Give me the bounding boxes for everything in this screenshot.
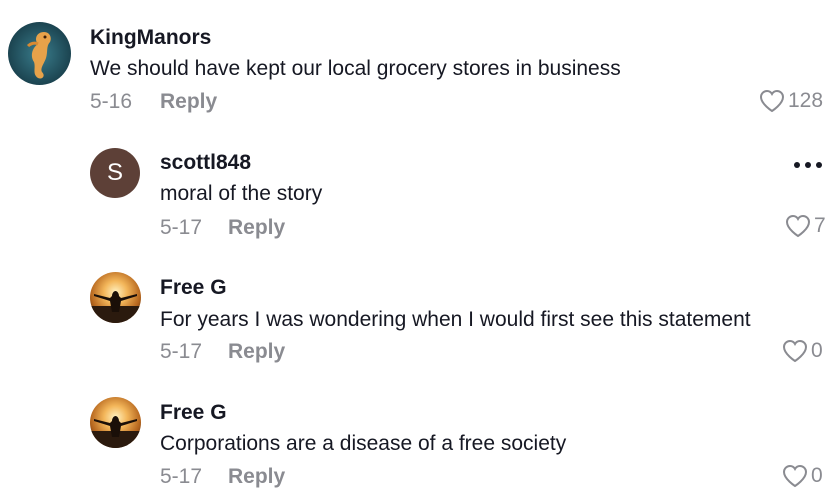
comment-item: S scottl848 moral of the story 5-17 Repl… <box>0 125 828 250</box>
like-button[interactable]: 0 <box>782 339 823 363</box>
reply-button[interactable]: Reply <box>228 340 285 364</box>
avatar[interactable] <box>90 397 141 448</box>
like-button[interactable]: 7 <box>785 214 826 238</box>
like-button[interactable]: 0 <box>782 464 823 488</box>
comment-item: Free G Corporations are a disease of a f… <box>0 375 828 502</box>
like-count: 0 <box>811 464 823 487</box>
like-count: 7 <box>814 214 826 237</box>
comment-username[interactable]: Free G <box>160 276 227 300</box>
sunset-silhouette-avatar-icon <box>90 397 141 448</box>
like-button[interactable]: 128 <box>759 89 823 113</box>
comment-date: 5-16 <box>90 90 133 113</box>
heart-icon <box>782 339 808 363</box>
comment-item: Free G For years I was wondering when I … <box>0 250 828 375</box>
comment-item: KingManors We should have kept our local… <box>0 0 828 125</box>
seahorse-avatar-icon <box>8 22 71 85</box>
comment-date: 5-17 <box>160 216 203 239</box>
avatar[interactable] <box>90 272 141 323</box>
heart-icon <box>785 214 811 238</box>
comment-text: Corporations are a disease of a free soc… <box>160 432 567 455</box>
comment-text: We should have kept our local grocery st… <box>90 57 621 80</box>
reply-button[interactable]: Reply <box>228 216 285 240</box>
reply-button[interactable]: Reply <box>228 465 285 489</box>
heart-icon <box>782 464 808 488</box>
like-count: 128 <box>788 89 824 112</box>
reply-button[interactable]: Reply <box>160 90 217 114</box>
comment-username[interactable]: KingManors <box>90 26 211 50</box>
like-count: 0 <box>811 339 823 362</box>
avatar[interactable]: S <box>90 148 140 198</box>
comment-username[interactable]: scottl848 <box>160 151 251 175</box>
more-options-icon[interactable] <box>794 162 822 168</box>
comment-text: moral of the story <box>160 182 323 205</box>
sunset-silhouette-avatar-icon <box>90 272 141 323</box>
avatar-initial: S <box>106 159 123 186</box>
comment-date: 5-17 <box>160 340 203 363</box>
comment-username[interactable]: Free G <box>160 401 227 425</box>
heart-icon <box>759 89 785 113</box>
comment-date: 5-17 <box>160 465 203 488</box>
comment-text: For years I was wondering when I would f… <box>160 308 751 331</box>
avatar[interactable] <box>8 22 71 85</box>
